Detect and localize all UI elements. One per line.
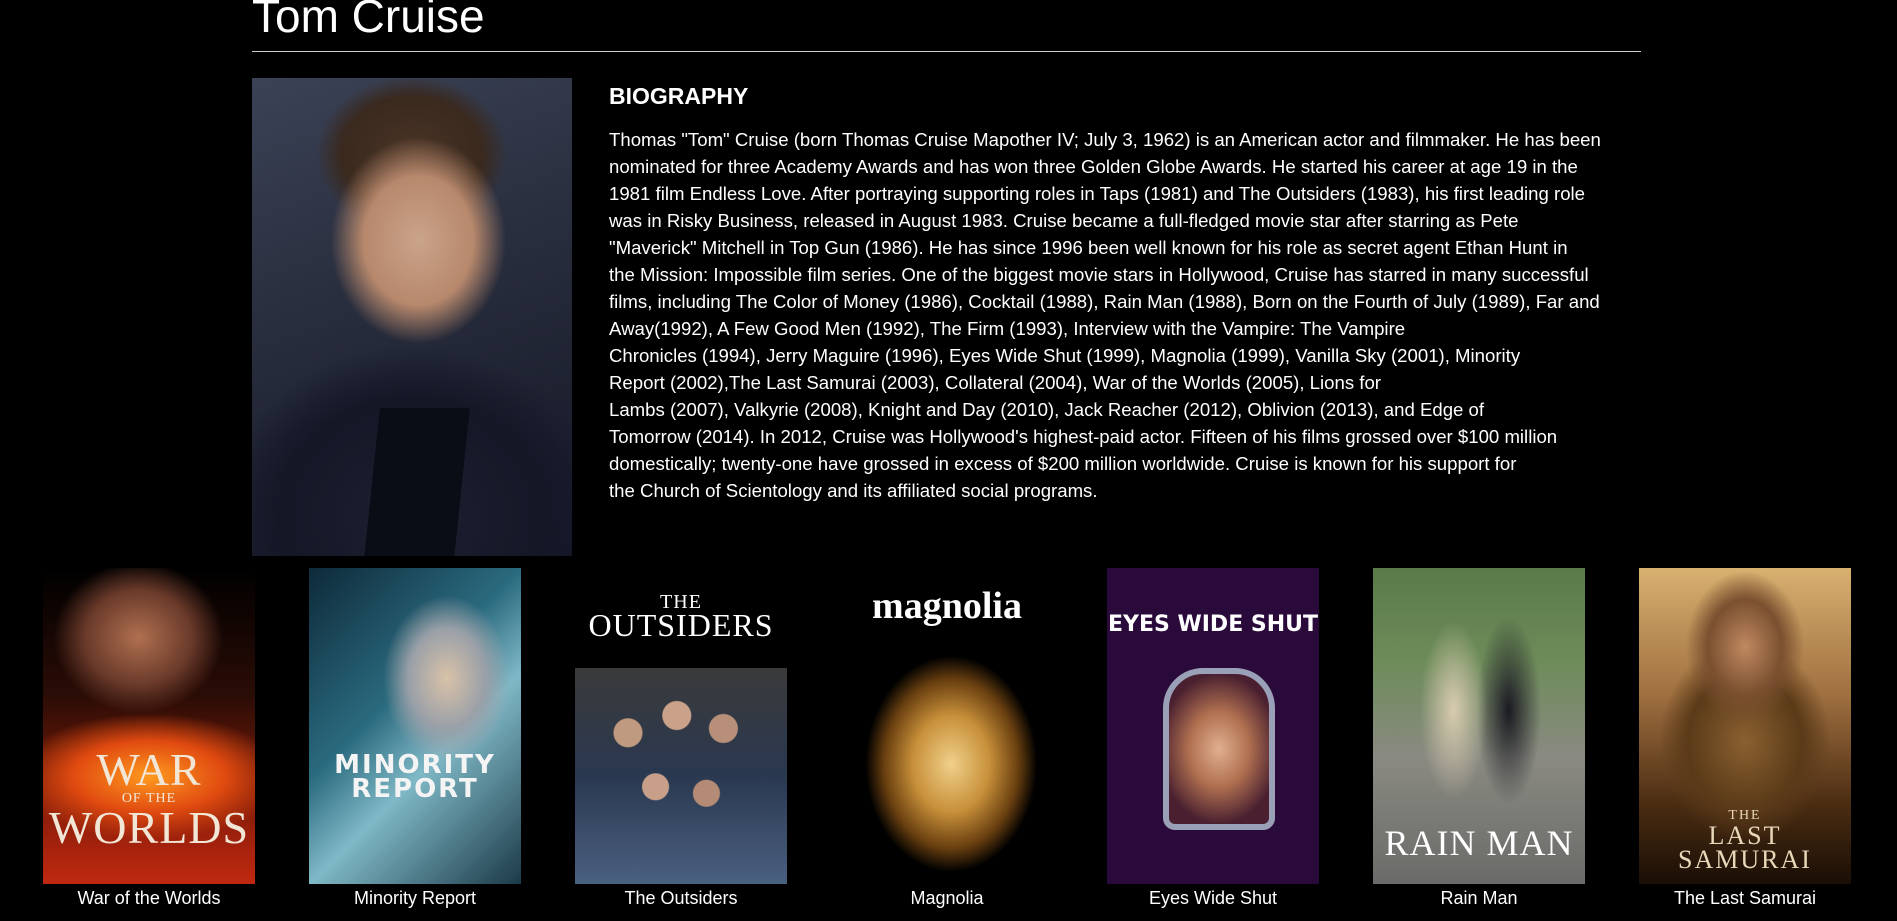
biography-line: Away(1992), A Few Good Men (1992), The F… bbox=[609, 318, 1406, 339]
poster-title: MINORITY REPORT bbox=[334, 750, 496, 804]
biography-line: nominated for three Academy Awards and h… bbox=[609, 156, 1578, 177]
biography-line: 1981 film Endless Love. After portraying… bbox=[609, 183, 1586, 204]
movie-poster[interactable]: RAIN MAN bbox=[1373, 568, 1585, 884]
poster-title: THE OUTSIDERS bbox=[588, 591, 774, 643]
poster-title: WAR OF THE WORLDS bbox=[48, 744, 250, 853]
movie-caption[interactable]: Eyes Wide Shut bbox=[1067, 884, 1359, 912]
movie-poster[interactable]: THE OUTSIDERS bbox=[575, 568, 787, 884]
movie-card-eyes-wide-shut[interactable]: EYES WIDE SHUT Eyes Wide Shut bbox=[1107, 568, 1319, 908]
actor-page: Tom Cruise BIOGRAPHY Thomas "Tom" Cruise… bbox=[0, 0, 1897, 921]
biography-line: Chronicles (1994), Jerry Maguire (1996),… bbox=[609, 345, 1521, 366]
biography-line: films, including The Color of Money (198… bbox=[609, 291, 1600, 312]
portrait-shirt-shape bbox=[364, 408, 470, 556]
biography-line: Lambs (2007), Valkyrie (2008), Knight an… bbox=[609, 399, 1485, 420]
biography-line: Report (2002),The Last Samurai (2003), C… bbox=[609, 372, 1381, 393]
poster-title: EYES WIDE SHUT bbox=[1107, 612, 1319, 637]
poster-title: RAIN MAN bbox=[1384, 823, 1574, 863]
movie-poster[interactable]: WAR OF THE WORLDS bbox=[43, 568, 255, 884]
movie-poster[interactable]: MINORITY REPORT bbox=[309, 568, 521, 884]
biography-line: the Mission: Impossible film series. One… bbox=[609, 264, 1589, 285]
biography-heading: BIOGRAPHY bbox=[609, 83, 749, 109]
movie-caption[interactable]: The Outsiders bbox=[535, 884, 827, 912]
movie-caption[interactable]: Magnolia bbox=[801, 884, 1093, 912]
movie-card-minority-report[interactable]: MINORITY REPORT Minority Report bbox=[309, 568, 521, 908]
poster-title: THE LAST SAMURAI bbox=[1678, 808, 1812, 874]
movie-caption[interactable]: The Last Samurai bbox=[1599, 884, 1891, 912]
biography-line: Tomorrow (2014). In 2012, Cruise was Hol… bbox=[609, 426, 1558, 447]
biography-line: "Maverick" Mitchell in Top Gun (1986). H… bbox=[609, 237, 1568, 258]
poster-mirror-frame bbox=[1163, 668, 1275, 830]
movie-card-magnolia[interactable]: magnolia Magnolia bbox=[841, 568, 1053, 908]
biography-line: domestically; twenty-one have grossed in… bbox=[609, 453, 1517, 474]
movie-poster[interactable]: THE LAST SAMURAI bbox=[1639, 568, 1851, 884]
movie-card-the-outsiders[interactable]: THE OUTSIDERS The Outsiders bbox=[575, 568, 787, 908]
movie-caption[interactable]: Minority Report bbox=[269, 884, 561, 912]
movie-card-rain-man[interactable]: RAIN MAN Rain Man bbox=[1373, 568, 1585, 908]
movie-card-the-last-samurai[interactable]: THE LAST SAMURAI The Last Samurai bbox=[1639, 568, 1851, 908]
title-divider bbox=[252, 51, 1641, 52]
filmography-strip: WAR OF THE WORLDS War of the Worlds MINO… bbox=[0, 568, 1897, 921]
movie-caption[interactable]: War of the Worlds bbox=[3, 884, 295, 912]
page-title: Tom Cruise bbox=[252, 0, 485, 42]
biography-line: was in Risky Business, released in Augus… bbox=[609, 210, 1519, 231]
biography-text: Thomas "Tom" Cruise (born Thomas Cruise … bbox=[609, 126, 1649, 504]
movie-poster[interactable]: EYES WIDE SHUT bbox=[1107, 568, 1319, 884]
movie-caption[interactable]: Rain Man bbox=[1333, 884, 1625, 912]
movie-card-war-of-the-worlds[interactable]: WAR OF THE WORLDS War of the Worlds bbox=[43, 568, 255, 908]
poster-title: magnolia bbox=[872, 585, 1022, 627]
movie-poster[interactable]: magnolia bbox=[841, 568, 1053, 884]
biography-line: Thomas "Tom" Cruise (born Thomas Cruise … bbox=[609, 129, 1601, 150]
poster-group-photo bbox=[575, 668, 787, 884]
biography-line: the Church of Scientology and its affili… bbox=[609, 480, 1098, 501]
actor-portrait-image bbox=[252, 78, 572, 556]
